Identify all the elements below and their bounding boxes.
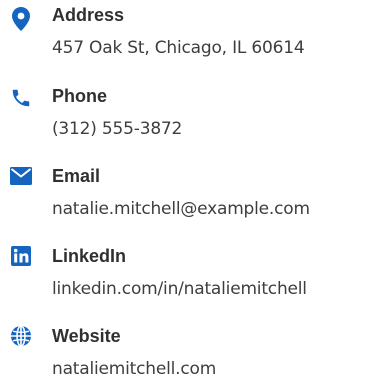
contact-item-website: Website nataliemitchell.com: [0, 325, 385, 387]
phone-icon: [8, 85, 34, 111]
phone-value[interactable]: (312) 555-3872: [52, 118, 182, 140]
phone-label: Phone: [52, 86, 108, 106]
address-label: Address: [52, 5, 125, 25]
contact-info-list: Address 457 Oak St, Chicago, IL 60614 Ph…: [0, 0, 385, 386]
contact-item-email: Email natalie.mitchell@example.com: [0, 165, 385, 227]
email-label: Email: [52, 166, 101, 186]
linkedin-label: LinkedIn: [52, 246, 127, 266]
globe-icon: [8, 323, 34, 349]
envelope-icon: [8, 163, 34, 189]
email-value[interactable]: natalie.mitchell@example.com: [52, 198, 310, 220]
website-value[interactable]: nataliemitchell.com: [52, 358, 216, 380]
map-pin-icon: [8, 6, 34, 32]
contact-item-phone: Phone (312) 555-3872: [0, 85, 385, 147]
address-value: 457 Oak St, Chicago, IL 60614: [52, 38, 305, 58]
contact-item-linkedin: LinkedIn linkedin.com/in/nataliemitchell: [0, 245, 385, 307]
website-label: Website: [52, 326, 121, 346]
contact-item-address: Address 457 Oak St, Chicago, IL 60614: [0, 4, 385, 66]
linkedin-icon: [8, 243, 34, 269]
linkedin-value[interactable]: linkedin.com/in/nataliemitchell: [52, 278, 307, 300]
